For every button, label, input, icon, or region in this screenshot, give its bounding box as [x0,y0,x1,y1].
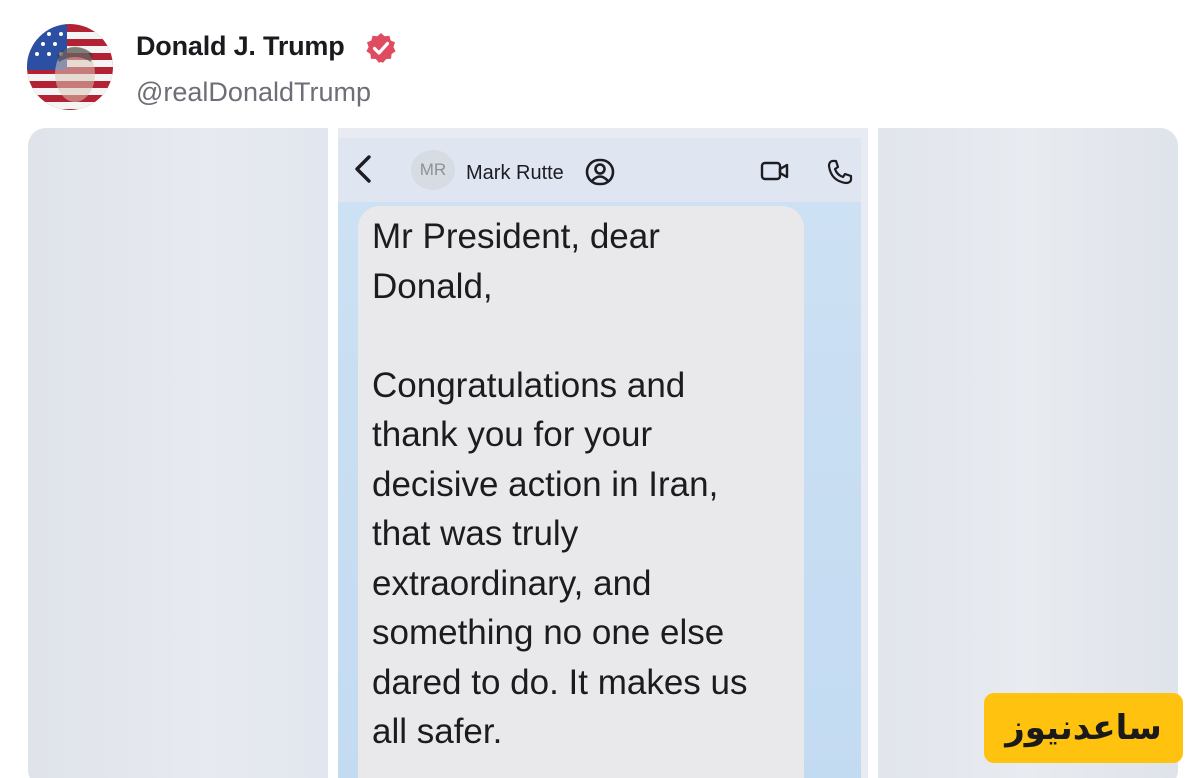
post-card: Donald J. Trump @realDonaldTrump MR Mark… [0,0,1200,778]
message-text: Mr President, dear Donald, Congratulatio… [372,217,748,751]
contact-avatar: MR [411,150,455,190]
chat-header: MR Mark Rutte [338,138,861,202]
contact-info-icon [585,158,615,186]
media-divider [868,128,878,778]
back-chevron-icon [352,154,376,184]
media-blur-right [878,128,1178,778]
profile-avatar[interactable] [27,24,113,110]
media-blur-left [28,128,328,778]
user-handle[interactable]: @realDonaldTrump [136,77,371,108]
contact-name: Mark Rutte [466,162,564,184]
post-media[interactable]: MR Mark Rutte Mr President, dear Donald,… [28,128,1178,778]
phone-call-icon [826,158,854,186]
display-name[interactable]: Donald J. Trump [136,31,345,62]
media-divider [328,128,338,778]
verified-badge-icon [365,32,397,64]
video-call-icon [760,160,790,182]
watermark-logo: ساعدنیوز [984,693,1183,763]
message-bubble: Mr President, dear Donald, Congratulatio… [358,206,804,778]
message-screenshot: MR Mark Rutte Mr President, dear Donald,… [338,138,861,778]
